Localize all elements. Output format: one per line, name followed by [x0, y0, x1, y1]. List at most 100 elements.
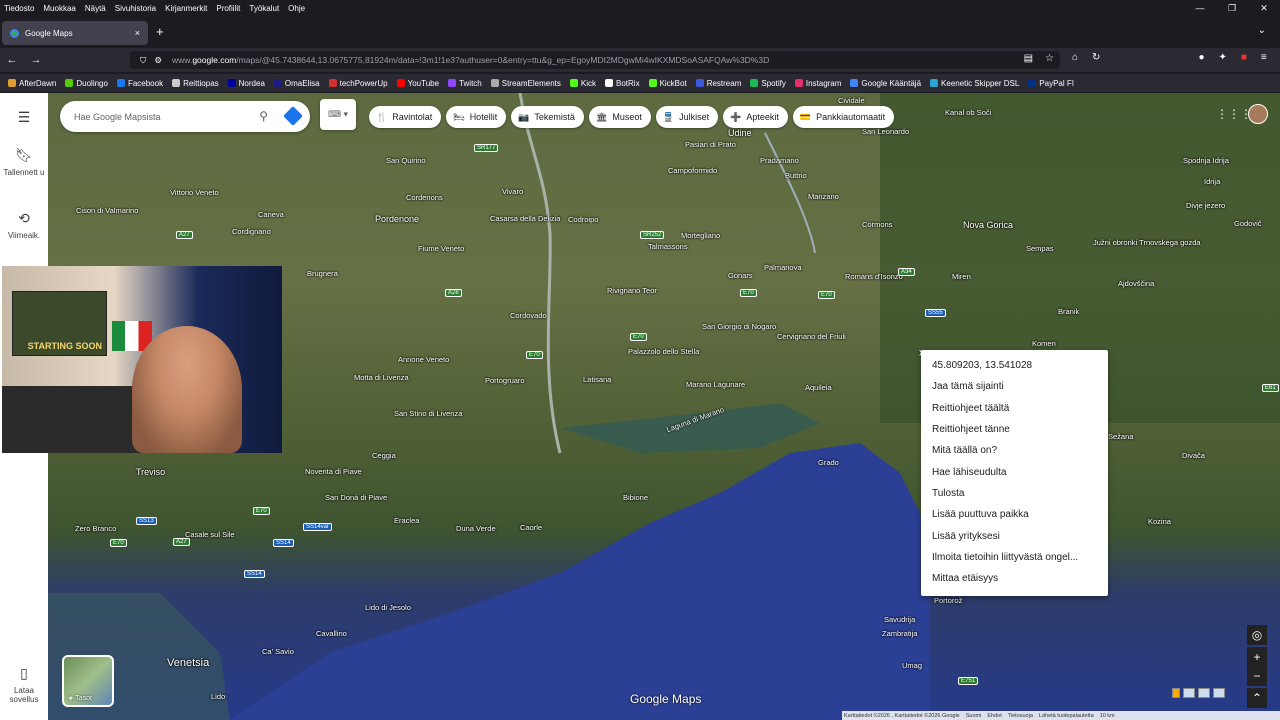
search-icon[interactable]: ⚲ — [259, 109, 268, 123]
account-icon[interactable]: ● — [1198, 52, 1204, 63]
context-add-missing-place[interactable]: Lisää puuttuva paikka — [921, 504, 1108, 525]
search-input[interactable]: Hae Google Mapsista — [74, 112, 161, 122]
home-icon[interactable]: ⌂ — [1072, 52, 1078, 63]
map-label: Cividale — [838, 96, 865, 105]
bookmark-item[interactable]: Instagram — [794, 79, 841, 88]
map-label: Palmanova — [764, 263, 802, 272]
footer-scale[interactable]: 10 km — [1100, 713, 1115, 719]
bookmark-item[interactable]: Reittiopas — [172, 79, 219, 88]
expand-imagery-button[interactable]: ⌃ — [1247, 688, 1267, 708]
chip-pharmacy[interactable]: ➕ Apteekit — [723, 106, 788, 128]
bookmark-item[interactable]: YouTube — [396, 79, 439, 88]
avatar[interactable] — [1248, 104, 1268, 124]
tab-bar: Google Maps × + ⌄ — [0, 20, 1280, 46]
menu-edit[interactable]: Muokkaa — [43, 4, 75, 13]
context-share-location[interactable]: Jaa tämä sijainti — [921, 376, 1108, 397]
context-report-data-problem[interactable]: Ilmoita tietoihin liittyvästä ongel... — [921, 547, 1108, 568]
map-label: Portorož — [934, 596, 963, 605]
input-tools-button[interactable]: ⌨ ▾ — [320, 99, 356, 130]
menu-profiles[interactable]: Profiilit — [216, 4, 240, 13]
bookmark-item[interactable]: Facebook — [116, 79, 163, 88]
menu-history[interactable]: Sivuhistoria — [115, 4, 156, 13]
footer-feedback[interactable]: Lähetä tuotepalautetta — [1039, 713, 1094, 719]
footer-privacy[interactable]: Tietosuoja — [1008, 713, 1033, 719]
footer-terms[interactable]: Ehdot — [987, 713, 1001, 719]
bookmark-item[interactable]: Keenetic Skipper DSL — [930, 79, 1019, 88]
bookmark-item[interactable]: OmaElisa — [273, 79, 320, 88]
chip-museum[interactable]: 🏛 Museot — [588, 106, 651, 128]
context-print[interactable]: Tulosta — [921, 483, 1108, 504]
chip-atm[interactable]: 💳 Pankkiautomaatit — [792, 106, 895, 128]
minimize-icon[interactable]: — — [1184, 0, 1216, 16]
reload-icon[interactable]: ↻ — [1092, 52, 1100, 63]
overflow-menu-icon[interactable]: ≡ — [1261, 52, 1267, 63]
bookmark-item[interactable]: Kick — [569, 78, 596, 88]
context-add-business[interactable]: Lisää yrityksesi — [921, 525, 1108, 546]
context-measure-distance[interactable]: Mittaa etäisyys — [921, 568, 1108, 589]
bookmark-item[interactable]: Restream — [695, 79, 741, 88]
chip-hotel[interactable]: 🛏 Hotellit — [446, 106, 507, 128]
bookmark-label: Kick — [580, 78, 596, 88]
bookmark-item[interactable]: Spotify — [750, 78, 786, 88]
bookmark-item[interactable]: KickBot — [648, 79, 687, 88]
bookmark-item[interactable]: StreamElements — [490, 79, 561, 88]
context-whats-here[interactable]: Mitä täällä on? — [921, 440, 1108, 461]
restore-icon[interactable]: ❐ — [1216, 0, 1248, 16]
forward-icon[interactable]: → — [24, 54, 48, 66]
google-apps-icon[interactable]: ⋮⋮⋮ — [1216, 107, 1252, 121]
bookmark-item[interactable]: Nordea — [227, 79, 265, 88]
shield-icon[interactable]: ⛉ — [140, 55, 146, 66]
footer-language[interactable]: Suomi — [966, 713, 982, 719]
chip-transit[interactable]: 🚆 Julkiset — [655, 106, 719, 128]
imagery-thumb[interactable] — [1183, 688, 1195, 698]
chip-restaurant[interactable]: 🍴 Ravintolat — [369, 106, 442, 128]
menu-file[interactable]: Tiedosto — [4, 4, 34, 13]
my-location-button[interactable]: ◎ — [1247, 625, 1267, 645]
bookmark-star-icon[interactable]: ☆ — [1045, 53, 1054, 64]
context-directions-from[interactable]: Reittiohjeet täältä — [921, 398, 1108, 419]
chip-camera[interactable]: 📷 Tekemistä — [511, 106, 584, 128]
road-sign: SS13 — [136, 517, 157, 525]
imagery-thumb[interactable] — [1213, 688, 1225, 698]
context-search-nearby[interactable]: Hae lähiseudulta — [921, 461, 1108, 482]
zoom-out-button[interactable]: − — [1247, 666, 1267, 686]
menu-button[interactable]: ☰ — [0, 109, 48, 130]
saved-button[interactable]: 🔖︎ Tallennett u — [0, 147, 48, 177]
layers-button[interactable]: ◈ Tasot — [62, 655, 114, 707]
bookmark-item[interactable]: BotRix — [605, 79, 640, 88]
bookmark-item[interactable]: PayPal FI — [1028, 79, 1074, 88]
search-box[interactable]: Hae Google Mapsista ⚲ — [60, 101, 310, 132]
context-directions-to[interactable]: Reittiohjeet tänne — [921, 419, 1108, 440]
tab-list-icon[interactable]: ⌄ — [1258, 25, 1266, 36]
bookmark-label: AfterDawn — [19, 78, 57, 88]
new-tab-button[interactable]: + — [156, 24, 164, 39]
menu-tools[interactable]: Työkalut — [249, 4, 279, 13]
extensions-icon[interactable]: ✦ — [1218, 52, 1226, 63]
bookmark-item[interactable]: Google Kääntäjä — [850, 79, 921, 88]
reader-view-icon[interactable]: ▤ — [1024, 53, 1033, 64]
zoom-in-button[interactable]: + — [1247, 647, 1267, 667]
url-prefix: www. — [172, 55, 193, 65]
menu-bookmarks[interactable]: Kirjanmerkit — [165, 4, 207, 13]
bookmark-item[interactable]: Duolingo — [65, 79, 108, 88]
menu-view[interactable]: Näytä — [85, 4, 106, 13]
context-coordinates[interactable]: 45.809203, 13.541028 — [921, 355, 1108, 376]
tab-google-maps[interactable]: Google Maps × — [2, 21, 148, 45]
menu-help[interactable]: Ohje — [288, 4, 305, 13]
bookmark-item[interactable]: techPowerUp — [328, 79, 388, 88]
addon-icon[interactable]: ■ — [1241, 52, 1247, 63]
tab-close-icon[interactable]: × — [135, 28, 140, 38]
back-icon[interactable]: ← — [0, 54, 24, 66]
url-bar[interactable]: ⛉ ⚙ www. google.com/maps/@45.7438644,13.0… — [130, 51, 1060, 69]
close-window-icon[interactable]: ✕ — [1248, 0, 1280, 16]
bookmark-label: Spotify — [761, 78, 786, 88]
imagery-thumb[interactable] — [1198, 688, 1210, 698]
road-sign: A34 — [898, 268, 915, 276]
permissions-icon[interactable]: ⚙ — [154, 55, 162, 66]
download-app-button[interactable]: ▯ Lataa sovellus — [0, 665, 48, 704]
recent-button[interactable]: ⟲ Viimeaik. — [0, 210, 48, 240]
directions-icon[interactable] — [283, 106, 303, 126]
pegman-icon[interactable] — [1172, 688, 1180, 698]
bookmark-item[interactable]: AfterDawn — [8, 79, 56, 88]
bookmark-item[interactable]: Twitch — [448, 79, 482, 88]
